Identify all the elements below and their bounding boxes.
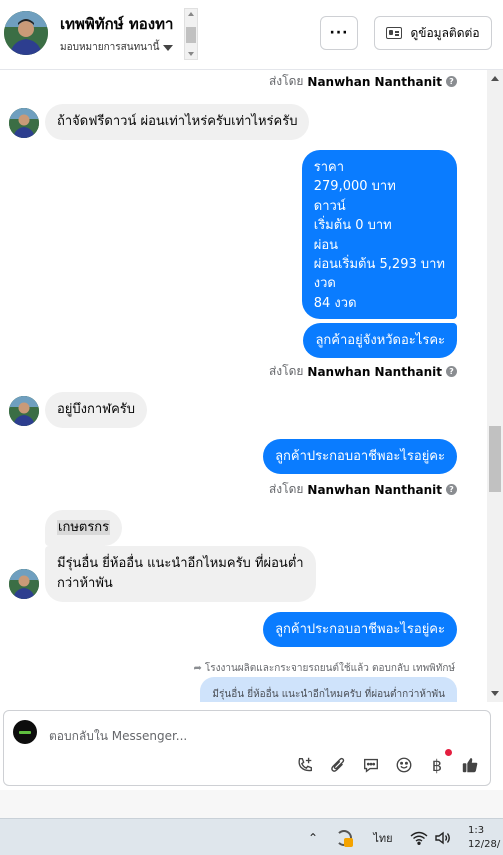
add-call-icon[interactable] — [295, 755, 315, 775]
input-language-indicator[interactable]: ไทย — [368, 819, 398, 855]
scroll-up-icon[interactable] — [188, 12, 194, 16]
warning-badge-icon — [344, 838, 353, 847]
quoted-reply-message[interactable]: มีรุ่นอื่น ยี่ห้ออื่น แนะนำอีกไหมครับ ที… — [200, 677, 457, 702]
view-contact-info-button[interactable]: ดูข้อมูลติดต่อ — [374, 16, 492, 50]
message-thread[interactable]: ส่งโดย Nanwhan Nanthanit ? ถ้าจัดฟรีดาวน… — [0, 70, 487, 702]
customer-avatar — [9, 396, 39, 426]
clock-date: 12/28/ — [468, 838, 501, 850]
outgoing-price-message[interactable]: ราคา 279,000 บาท ดาวน์ เริ่มต้น 0 บาท ผ่… — [301, 150, 457, 320]
sent-by-label: ส่งโดย Nanwhan Nanthanit ? — [269, 72, 457, 91]
help-icon[interactable]: ? — [446, 366, 457, 377]
chat-scrollbar[interactable] — [487, 70, 503, 702]
scroll-down-icon[interactable] — [188, 52, 194, 56]
wifi-icon[interactable] — [408, 819, 430, 855]
emoji-icon[interactable] — [394, 755, 414, 775]
sent-by-label: ส่งโดย Nanwhan Nanthanit ? — [269, 480, 457, 499]
incoming-message[interactable]: มีรุ่นอื่น ยี่ห้ออื่น แนะนำอีกไหมครับ ที… — [45, 546, 316, 602]
clock-time: 1:3 — [468, 824, 485, 836]
help-icon[interactable]: ? — [446, 76, 457, 87]
window-footer — [0, 790, 503, 818]
scroll-thumb[interactable] — [489, 426, 501, 492]
notification-dot — [445, 749, 452, 756]
incoming-message[interactable]: เกษตรกร — [45, 510, 123, 546]
composer-toolbar: ฿ — [295, 749, 480, 775]
page-logo — [13, 720, 37, 744]
volume-icon[interactable] — [432, 819, 454, 855]
sync-icon[interactable] — [330, 819, 358, 855]
outgoing-message[interactable]: ลูกค้าประกอบอาชีพอะไรอยู่คะ — [263, 439, 457, 474]
conversation-header: เทพพิทักษ์ ทองทา มอบหมายการสนทนานี้ ··· … — [0, 0, 503, 70]
scroll-thumb[interactable] — [186, 27, 196, 43]
incoming-message[interactable]: อยู่บึงกาฬครับ — [45, 392, 148, 428]
agent-name: Nanwhan Nanthanit — [307, 364, 442, 379]
assign-conversation-label: มอบหมายการสนทนานี้ — [60, 42, 160, 53]
reply-arrow-icon: ➦ — [193, 663, 202, 674]
attachment-icon[interactable] — [328, 755, 348, 775]
sent-by-label: ส่งโดย Nanwhan Nanthanit ? — [269, 362, 457, 381]
ellipsis-icon: ··· — [329, 25, 349, 41]
customer-avatar — [9, 569, 39, 599]
system-clock[interactable]: 1:3 12/28/ — [468, 819, 503, 855]
windows-taskbar: ⌃ ไทย 1:3 12/28/ — [0, 818, 503, 855]
caret-down-icon — [163, 44, 174, 51]
contact-card-icon — [386, 27, 403, 39]
header-scrollbar[interactable] — [184, 8, 198, 60]
scroll-down-icon[interactable] — [491, 691, 499, 696]
baht-icon[interactable]: ฿ — [427, 749, 452, 775]
incoming-message[interactable]: ถ้าจัดฟรีดาวน์ ผ่อนเท่าไหร่ครับเท่าไหร่ค… — [45, 104, 310, 140]
saved-reply-icon[interactable] — [361, 755, 381, 775]
customer-avatar — [9, 108, 39, 138]
reply-composer[interactable]: ตอบกลับใน Messenger... ฿ — [3, 710, 491, 786]
more-options-button[interactable]: ··· — [320, 16, 358, 50]
reply-input[interactable]: ตอบกลับใน Messenger... — [49, 727, 187, 746]
agent-name: Nanwhan Nanthanit — [307, 74, 442, 89]
selected-text: เกษตรกร — [57, 520, 111, 535]
help-icon[interactable]: ? — [446, 484, 457, 495]
scroll-up-icon[interactable] — [491, 76, 499, 81]
contact-avatar[interactable] — [4, 11, 48, 55]
contact-name: เทพพิทักษ์ ทองทา — [60, 15, 174, 33]
show-hidden-icons-chevron-icon[interactable]: ⌃ — [302, 819, 324, 855]
agent-name: Nanwhan Nanthanit — [307, 482, 442, 497]
reply-context-label: ➦ โรงงานผลิตและกระจายรถยนต์ใช้แล้ว ตอบกล… — [193, 663, 455, 674]
like-icon[interactable] — [460, 755, 480, 775]
assign-conversation-dropdown[interactable]: มอบหมายการสนทนานี้ — [60, 40, 174, 55]
outgoing-message[interactable]: ลูกค้าประกอบอาชีพอะไรอยู่คะ — [263, 612, 457, 647]
outgoing-message[interactable]: ลูกค้าอยู่จังหวัดอะไรคะ — [303, 323, 457, 358]
view-contact-info-label: ดูข้อมูลติดต่อ — [410, 25, 480, 40]
